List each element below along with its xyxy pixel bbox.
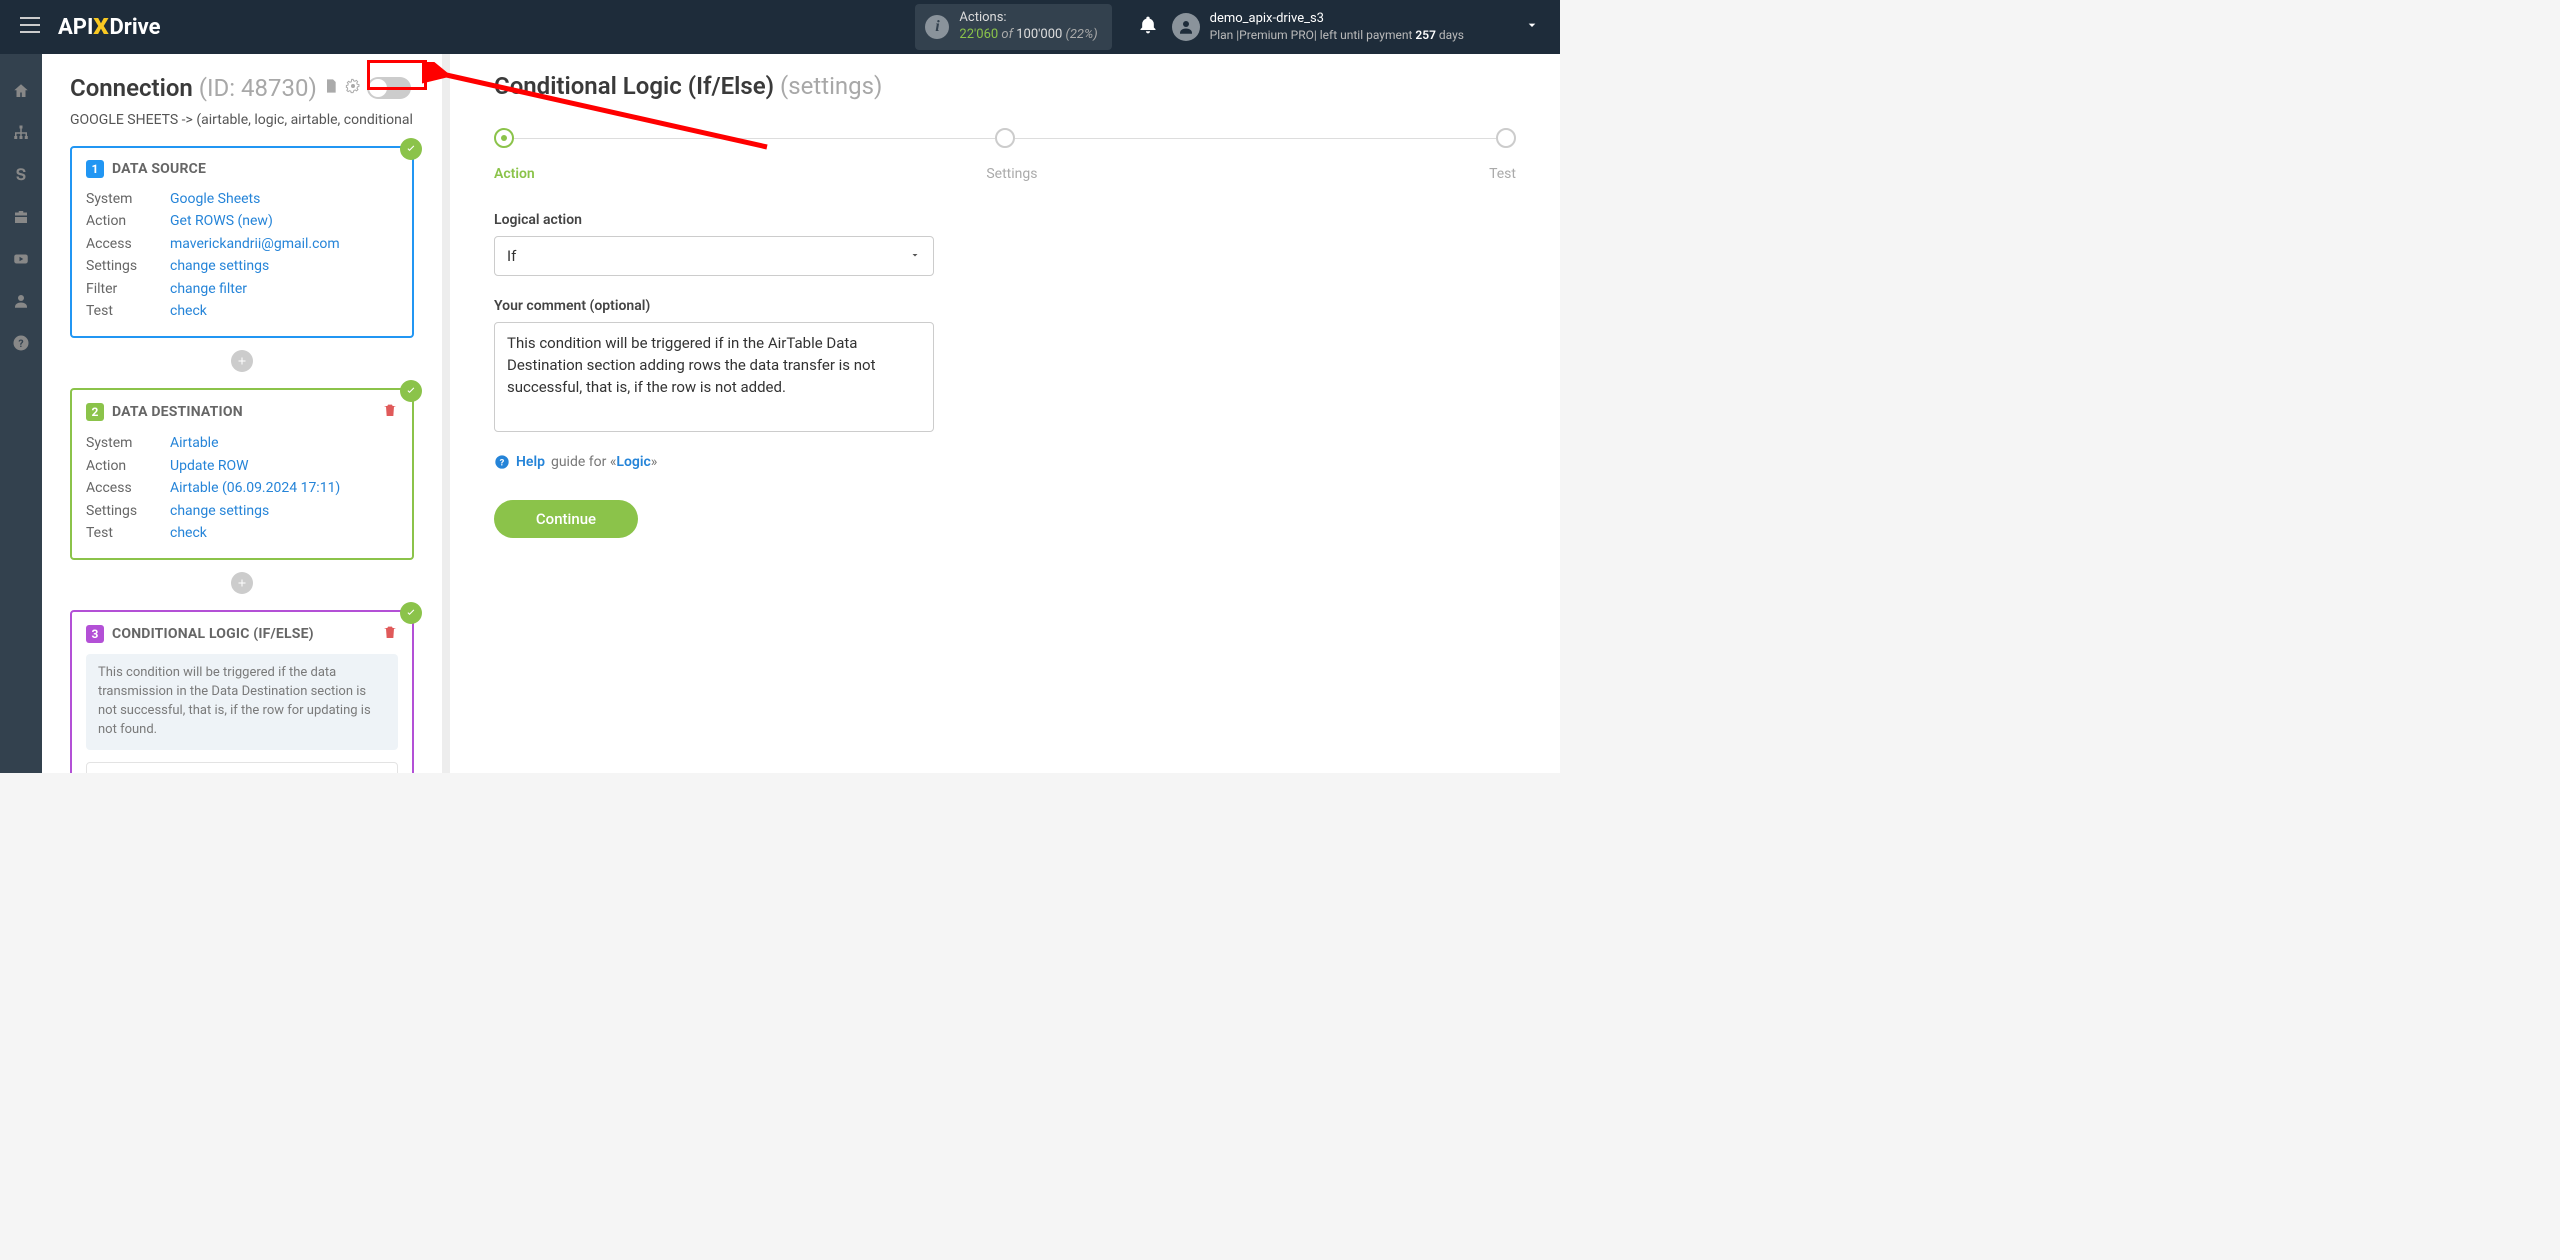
main: Connection (ID: 48730) GOOGLE SHEETS -> …	[42, 54, 1560, 773]
nav-help-icon[interactable]: ?	[0, 334, 42, 352]
step-action-dot[interactable]	[494, 128, 514, 148]
logo[interactable]: APIXDrive	[58, 15, 161, 40]
link-system[interactable]: Google Sheets	[170, 188, 260, 210]
actions-label: Actions:	[959, 10, 1097, 27]
actions-counter[interactable]: i Actions: 22'060 of 100'000 (22%)	[915, 4, 1111, 50]
step-label-test[interactable]: Test	[1489, 166, 1516, 182]
logo-drive: Drive	[109, 15, 160, 40]
card-number: 1	[86, 160, 104, 178]
connection-panel: Connection (ID: 48730) GOOGLE SHEETS -> …	[42, 54, 442, 773]
actions-pct: (22%)	[1062, 27, 1097, 42]
card-title: DATA DESTINATION	[112, 404, 243, 420]
nav-video-icon[interactable]	[0, 250, 42, 268]
stepper	[494, 128, 1516, 148]
help-icon: ?	[494, 454, 510, 470]
link-access[interactable]: Airtable (06.09.2024 17:11)	[170, 477, 340, 499]
chevron-down-icon[interactable]	[1524, 17, 1540, 37]
svg-text:?: ?	[18, 337, 23, 350]
label-logical-action: Logical action	[494, 212, 1516, 228]
logo-x: X	[94, 15, 109, 40]
link-filter[interactable]: change filter	[170, 278, 247, 300]
logical-action-select[interactable]: If	[494, 236, 934, 276]
page-title: Connection (ID: 48730)	[70, 74, 317, 102]
gear-icon[interactable]	[345, 78, 361, 98]
add-step-button[interactable]	[231, 350, 253, 372]
panel-title: Conditional Logic (If/Else) (settings)	[494, 72, 1516, 100]
nav-connections-icon[interactable]	[0, 124, 42, 142]
actions-max: 100'000	[1016, 27, 1062, 42]
help-link[interactable]: Help	[516, 454, 545, 470]
card-conditional-logic[interactable]: 3 CONDITIONAL LOGIC (IF/ELSE) This condi…	[70, 610, 414, 773]
connection-toggle[interactable]	[367, 77, 411, 99]
user-plan: Plan |Premium PRO| left until payment 25…	[1210, 28, 1464, 44]
nav-rail: ?	[0, 54, 42, 773]
comment-textarea[interactable]	[494, 322, 934, 432]
user-name: demo_apix-drive_s3	[1210, 11, 1464, 28]
info-icon: i	[925, 15, 949, 39]
logo-api: API	[58, 15, 93, 40]
check-icon	[400, 138, 422, 160]
delete-icon[interactable]	[382, 624, 398, 644]
condition-note: This condition will be triggered if the …	[86, 654, 398, 749]
svg-text:?: ?	[500, 457, 505, 468]
app-header: APIXDrive i Actions: 22'060 of 100'000 (…	[0, 0, 1560, 54]
link-settings[interactable]: change settings	[170, 500, 269, 522]
card-number: 3	[86, 625, 104, 643]
actions-current: 22'060	[959, 27, 998, 42]
card-data-destination[interactable]: 2 DATA DESTINATION SystemAirtable Action…	[70, 388, 414, 560]
select-value: If	[507, 247, 516, 265]
add-step-button[interactable]	[231, 572, 253, 594]
card-title: CONDITIONAL LOGIC (IF/ELSE)	[112, 626, 314, 642]
step-label-settings[interactable]: Settings	[986, 166, 1037, 182]
bell-icon[interactable]	[1138, 15, 1158, 39]
link-action[interactable]: Get ROWS (new)	[170, 210, 273, 232]
label-comment: Your comment (optional)	[494, 298, 1516, 314]
link-access[interactable]: maverickandrii@gmail.com	[170, 233, 340, 255]
step-label-action[interactable]: Action	[494, 166, 535, 182]
chevron-down-icon	[909, 247, 921, 265]
delete-icon[interactable]	[382, 402, 398, 422]
link-system[interactable]: Airtable	[170, 432, 219, 454]
step-test-dot[interactable]	[1496, 128, 1516, 148]
card-number: 2	[86, 403, 104, 421]
link-settings[interactable]: change settings	[170, 255, 269, 277]
check-icon	[400, 602, 422, 624]
nav-work-icon[interactable]	[0, 208, 42, 226]
connection-id: (ID: 48730)	[193, 74, 317, 102]
avatar-icon	[1172, 13, 1200, 41]
card-title: DATA SOURCE	[112, 161, 206, 177]
nav-billing-icon[interactable]	[0, 166, 42, 184]
continue-button[interactable]: Continue	[494, 500, 638, 538]
link-test[interactable]: check	[170, 522, 207, 544]
link-action[interactable]: Update ROW	[170, 455, 249, 477]
doc-icon[interactable]	[323, 78, 339, 98]
settings-panel: Conditional Logic (If/Else) (settings) A…	[450, 54, 1560, 773]
card-data-source[interactable]: 1 DATA SOURCE SystemGoogle Sheets Action…	[70, 146, 414, 338]
nav-home-icon[interactable]	[0, 82, 42, 100]
link-test[interactable]: check	[170, 300, 207, 322]
nav-profile-icon[interactable]	[0, 292, 42, 310]
hamburger-menu-icon[interactable]	[12, 9, 48, 45]
check-icon	[400, 380, 422, 402]
connection-flow-desc: GOOGLE SHEETS -> (airtable, logic, airta…	[70, 112, 414, 128]
user-menu[interactable]: demo_apix-drive_s3 Plan |Premium PRO| le…	[1172, 11, 1464, 43]
step-settings-dot[interactable]	[995, 128, 1015, 148]
